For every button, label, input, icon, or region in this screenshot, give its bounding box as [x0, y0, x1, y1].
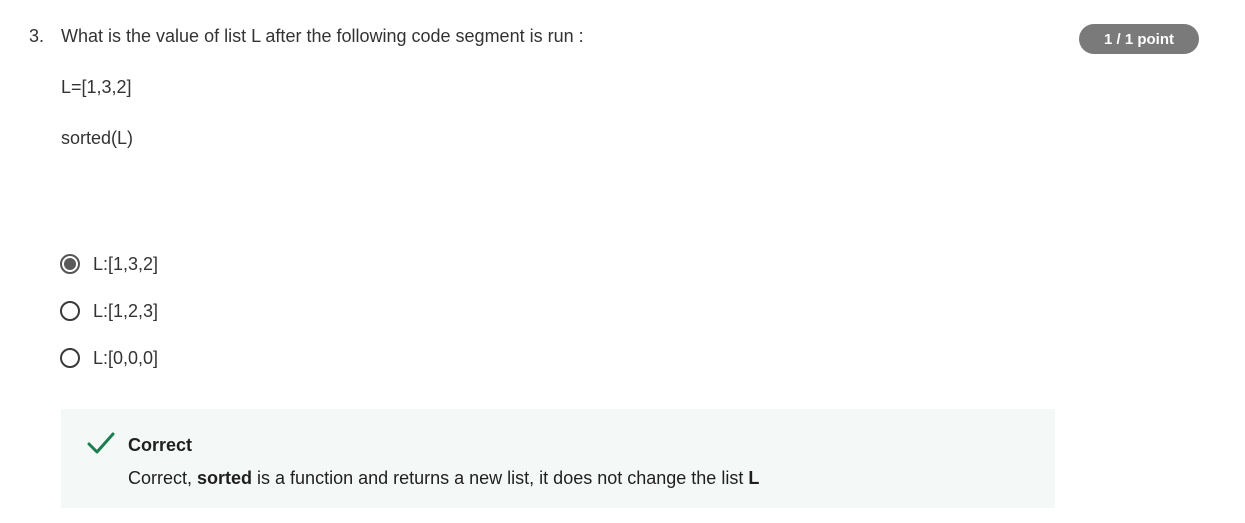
feedback-text: Correct, sorted is a function and return… — [128, 468, 759, 489]
option-label: L:[0,0,0] — [93, 347, 159, 368]
feedback-title: Correct — [128, 435, 193, 455]
option-label: L:[1,3,2] — [93, 253, 159, 274]
radio-dot — [64, 258, 76, 270]
code-line-1: L=[1,3,2] — [61, 77, 132, 97]
option-label: L:[1,2,3] — [93, 300, 159, 321]
feedback-panel: Correct Correct, sorted is a function an… — [61, 409, 1055, 508]
points-badge: 1 / 1 point — [1079, 24, 1199, 54]
feedback-list-name: L — [748, 468, 760, 488]
checkmark-icon — [87, 432, 115, 454]
feedback-keyword: sorted — [197, 468, 253, 488]
code-line-2: sorted(L) — [61, 128, 134, 148]
radio-button[interactable] — [60, 348, 80, 368]
question-title: What is the value of list L after the fo… — [61, 26, 584, 46]
radio-button-selected[interactable] — [60, 254, 80, 274]
answer-option-2[interactable]: L:[1,2,3] — [60, 298, 158, 324]
answer-option-3[interactable]: L:[0,0,0] — [60, 345, 158, 371]
feedback-text-middle: is a function and returns a new list, it… — [252, 468, 749, 488]
radio-button[interactable] — [60, 301, 80, 321]
question-number: 3. — [29, 26, 45, 46]
feedback-text-prefix: Correct, — [128, 468, 198, 488]
answer-option-1[interactable]: L:[1,3,2] — [60, 251, 158, 277]
